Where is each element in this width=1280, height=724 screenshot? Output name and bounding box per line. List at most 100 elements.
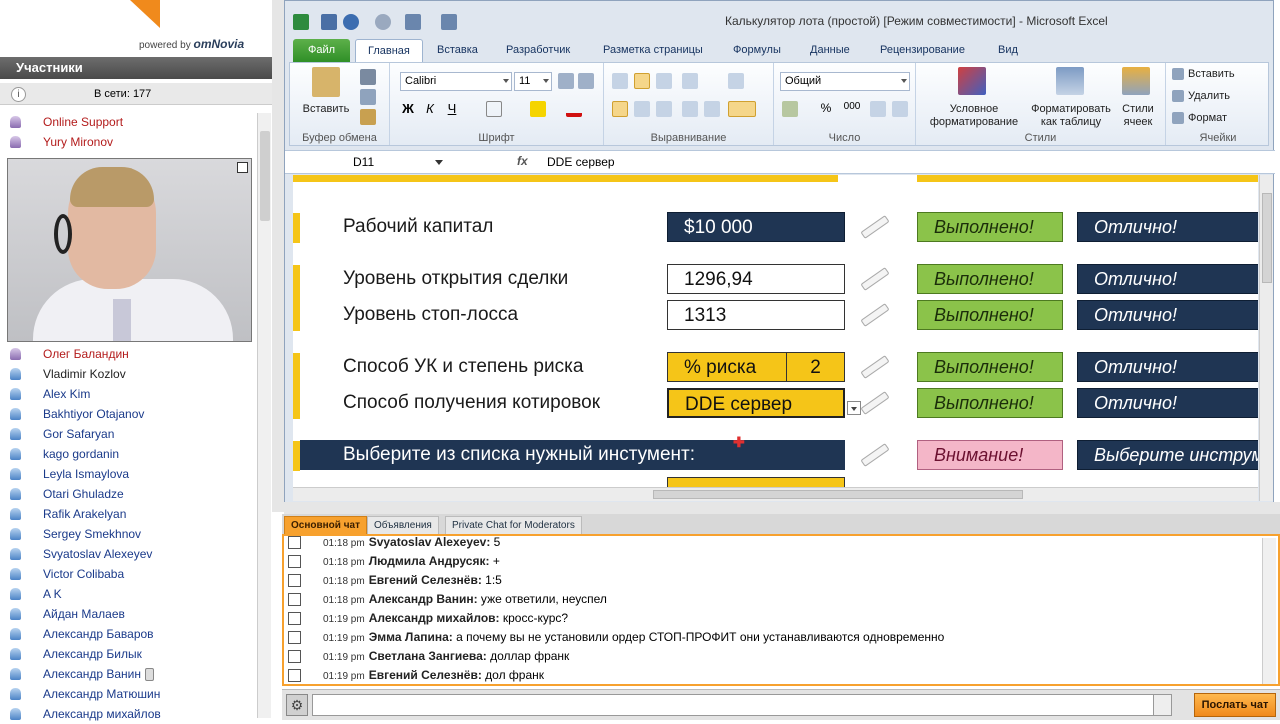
- tab-private-moderators[interactable]: Private Chat for Moderators: [445, 516, 582, 534]
- gear-icon[interactable]: ⚙: [286, 694, 308, 716]
- percent-icon[interactable]: %: [818, 101, 834, 117]
- participant-item[interactable]: Vladimir Kozlov: [0, 364, 256, 384]
- name-box[interactable]: D11: [291, 153, 449, 172]
- message-checkbox[interactable]: [288, 574, 301, 588]
- align-left-icon[interactable]: [612, 101, 628, 117]
- participant-item[interactable]: Bakhtiyor Otajanov: [0, 404, 256, 424]
- vertical-scrollbar[interactable]: [1259, 175, 1273, 501]
- participant-item[interactable]: Online Support: [0, 112, 256, 132]
- tab-file[interactable]: Файл: [293, 39, 350, 62]
- insert-cells-button[interactable]: Вставить: [1188, 68, 1235, 81]
- participant-item[interactable]: Александр Ванин: [0, 664, 256, 684]
- save-icon[interactable]: [321, 14, 337, 30]
- chat-input[interactable]: [312, 694, 1172, 716]
- wrap-text-icon[interactable]: [728, 73, 744, 89]
- customize-icon[interactable]: [441, 14, 457, 30]
- participant-item[interactable]: Sergey Smekhnov: [0, 524, 256, 544]
- borders-icon[interactable]: [486, 101, 502, 117]
- participant-item[interactable]: Rafik Arakelyan: [0, 504, 256, 524]
- participant-item[interactable]: Александр михайлов: [0, 704, 256, 724]
- tab-page-layout[interactable]: Разметка страницы: [603, 39, 703, 62]
- quote-method-cell[interactable]: DDE сервер: [667, 388, 845, 418]
- tab-view[interactable]: Вид: [998, 39, 1018, 62]
- message-checkbox[interactable]: [288, 593, 301, 607]
- participant-item[interactable]: Александр Билык: [0, 644, 256, 664]
- format-cells-icon[interactable]: [1172, 112, 1184, 124]
- participant-item[interactable]: Gor Safaryan: [0, 424, 256, 444]
- conditional-format-button[interactable]: Условное форматирование: [922, 103, 1026, 129]
- merge-center-icon[interactable]: [728, 101, 756, 117]
- align-middle-icon[interactable]: [634, 73, 650, 89]
- participant-item[interactable]: Yury Mironov: [0, 132, 256, 152]
- format-table-button[interactable]: Форматировать как таблицу: [1028, 103, 1114, 129]
- paste-button[interactable]: Вставить: [298, 103, 354, 116]
- orientation-icon[interactable]: [682, 73, 698, 89]
- format-table-icon[interactable]: [1056, 67, 1084, 95]
- capital-cell[interactable]: $10 000: [667, 212, 845, 242]
- participant-item[interactable]: Leyla Ismaylova: [0, 464, 256, 484]
- insert-cells-icon[interactable]: [1172, 68, 1184, 80]
- tab-developer[interactable]: Разработчик: [506, 39, 570, 62]
- conditional-format-icon[interactable]: [958, 67, 986, 95]
- risk-value-cell[interactable]: 2: [786, 352, 845, 382]
- align-bottom-icon[interactable]: [656, 73, 672, 89]
- fx-icon[interactable]: fx: [517, 154, 528, 168]
- cell-styles-button[interactable]: Стили ячеек: [1118, 103, 1158, 129]
- excel-icon[interactable]: [293, 14, 309, 30]
- thousands-icon[interactable]: 000: [842, 101, 862, 117]
- formula-input[interactable]: DDE сервер: [547, 155, 615, 169]
- message-checkbox[interactable]: [288, 555, 301, 569]
- participant-item[interactable]: Александр Матюшин: [0, 684, 256, 704]
- font-name-select[interactable]: Calibri: [400, 72, 512, 91]
- format-painter-icon[interactable]: [360, 109, 376, 125]
- horizontal-scrollbar[interactable]: [293, 487, 1258, 501]
- align-top-icon[interactable]: [612, 73, 628, 89]
- fill-color-icon[interactable]: [530, 101, 546, 117]
- paste-icon[interactable]: [312, 67, 340, 97]
- stop-loss-cell[interactable]: 1313: [667, 300, 845, 330]
- dropdown-arrow-icon[interactable]: [847, 401, 861, 415]
- participant-item[interactable]: Victor Colibaba: [0, 564, 256, 584]
- decrease-indent-icon[interactable]: [682, 101, 698, 117]
- delete-cells-icon[interactable]: [1172, 90, 1184, 102]
- chat-scrollbar[interactable]: [1262, 538, 1276, 684]
- delete-cells-button[interactable]: Удалить: [1188, 90, 1230, 103]
- participants-scrollbar[interactable]: [257, 113, 271, 718]
- redo-icon[interactable]: [375, 14, 391, 30]
- italic-icon[interactable]: К: [422, 101, 438, 117]
- align-right-icon[interactable]: [656, 101, 672, 117]
- send-chat-button[interactable]: Послать чат: [1194, 693, 1276, 717]
- number-format-select[interactable]: Общий: [780, 72, 910, 91]
- tab-announcements[interactable]: Объявления: [367, 516, 439, 534]
- message-checkbox[interactable]: [288, 631, 301, 645]
- cell-styles-icon[interactable]: [1122, 67, 1150, 95]
- participant-item[interactable]: Alex Kim: [0, 384, 256, 404]
- tab-insert[interactable]: Вставка: [437, 39, 478, 62]
- decrease-decimal-icon[interactable]: [892, 101, 908, 117]
- tab-formulas[interactable]: Формулы: [733, 39, 781, 62]
- align-center-icon[interactable]: [634, 101, 650, 117]
- copy-icon[interactable]: [360, 89, 376, 105]
- underline-icon[interactable]: Ч: [444, 101, 460, 117]
- message-checkbox[interactable]: [288, 669, 301, 683]
- maximize-icon[interactable]: [237, 162, 248, 173]
- chevron-down-icon[interactable]: [1153, 695, 1171, 715]
- currency-icon[interactable]: [782, 101, 798, 117]
- increase-decimal-icon[interactable]: [870, 101, 886, 117]
- tab-main-chat[interactable]: Основной чат: [284, 516, 367, 534]
- info-icon[interactable]: i: [11, 87, 26, 102]
- undo-icon[interactable]: [343, 14, 359, 30]
- shrink-font-icon[interactable]: [578, 73, 594, 89]
- worksheet[interactable]: Рабочий капитал $10 000 Выполнено! Отлич…: [293, 175, 1258, 487]
- instrument-cell[interactable]: [667, 477, 845, 487]
- webcam-video[interactable]: [7, 158, 252, 342]
- tab-review[interactable]: Рецензирование: [880, 39, 965, 62]
- tab-home[interactable]: Главная: [355, 39, 423, 62]
- tab-data[interactable]: Данные: [810, 39, 850, 62]
- risk-mode-cell[interactable]: % риска: [667, 352, 787, 382]
- participant-item[interactable]: kago gordanin: [0, 444, 256, 464]
- participant-item[interactable]: Айдан Малаев: [0, 604, 256, 624]
- participant-item[interactable]: Svyatoslav Alexeyev: [0, 544, 256, 564]
- grow-font-icon[interactable]: [558, 73, 574, 89]
- print-preview-icon[interactable]: [405, 14, 421, 30]
